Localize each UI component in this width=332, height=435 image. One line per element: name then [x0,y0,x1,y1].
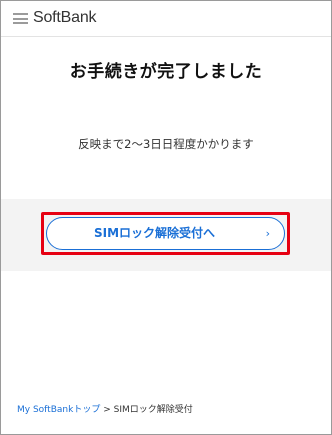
breadcrumb-current: SIMロック解除受付 [113,405,193,415]
page-title: お手続きが完了しました [69,62,263,82]
site-header: SoftBank [1,1,331,37]
sim-unlock-button[interactable]: SIMロック解除受付へ › [46,217,285,250]
menu-bar [13,13,28,15]
sim-unlock-button-label: SIMロック解除受付へ [93,226,216,240]
page-frame: SoftBank お手続きが完了しました 反映まで2～3日日程度かかります SI… [0,0,332,435]
menu-bar [13,17,28,20]
hamburger-menu-icon[interactable] [13,13,28,24]
chevron-right-icon: › [265,227,270,240]
breadcrumb-separator: > [103,405,114,415]
breadcrumb-home-link[interactable]: My SoftBankトップ [17,405,100,415]
breadcrumb: My SoftBankトップ > SIMロック解除受付 [17,403,193,417]
menu-bar [13,22,28,24]
softbank-logo[interactable]: SoftBank [33,8,97,28]
completion-message: 反映まで2～3日日程度かかります [78,137,254,151]
